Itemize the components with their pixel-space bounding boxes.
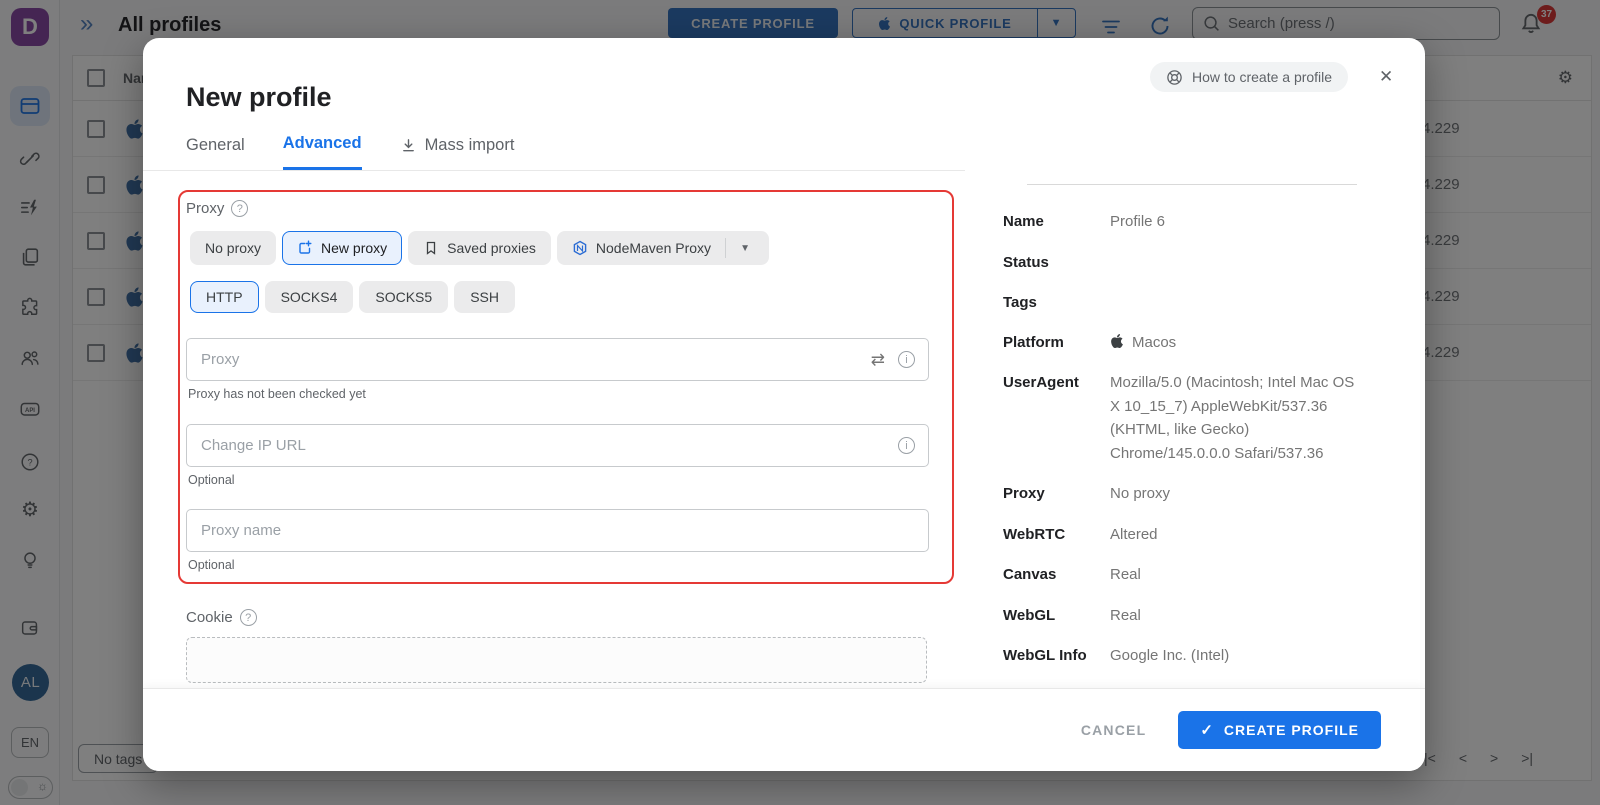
proxy-section-label-text: Proxy <box>186 200 224 217</box>
summary-divider <box>1027 184 1357 185</box>
proxy-helper-text: Proxy has not been checked yet <box>188 387 366 401</box>
how-to-create-profile-label: How to create a profile <box>1192 69 1332 85</box>
no-proxy-label: No proxy <box>205 240 261 256</box>
summary-value <box>1110 291 1363 314</box>
summary-label: WebGL Info <box>1003 644 1110 668</box>
summary-label: UserAgent <box>1003 371 1110 465</box>
summary-value: No proxy <box>1110 482 1363 506</box>
summary-label: Proxy <box>1003 482 1110 506</box>
proxy-section-label: Proxy ? <box>186 200 248 217</box>
nodemaven-proxy-button[interactable]: NodeMaven Proxy ▼ <box>557 231 769 265</box>
modal-title: New profile <box>186 82 332 113</box>
profile-summary-rows: Name Profile 6 Status Tags Platform Maco… <box>1003 210 1363 685</box>
new-proxy-button[interactable]: New proxy <box>282 231 402 265</box>
nodemaven-divider <box>725 238 726 258</box>
proxy-protocol-tabs: HTTP SOCKS4 SOCKS5 SSH <box>190 281 515 313</box>
close-icon[interactable]: ✕ <box>1379 67 1393 87</box>
tab-general-label: General <box>186 136 245 155</box>
no-proxy-button[interactable]: No proxy <box>190 231 276 265</box>
tab-mass-import-label: Mass import <box>425 136 515 155</box>
summary-label: Tags <box>1003 291 1110 314</box>
summary-label: Canvas <box>1003 563 1110 587</box>
summary-label: Platform <box>1003 331 1110 355</box>
checkmark-icon: ✓ <box>1200 721 1214 739</box>
tab-advanced[interactable]: Advanced <box>283 134 362 170</box>
cookie-section-label: Cookie ? <box>186 609 257 626</box>
question-icon[interactable]: ? <box>231 200 248 217</box>
new-profile-modal: How to create a profile ✕ New profile Ge… <box>143 38 1425 771</box>
protocol-socks4[interactable]: SOCKS4 <box>265 281 354 313</box>
saved-proxies-label: Saved proxies <box>447 240 536 256</box>
summary-value: Altered <box>1110 523 1363 547</box>
summary-row: Proxy No proxy <box>1003 482 1363 506</box>
proxy-input[interactable] <box>187 351 871 368</box>
summary-value: Real <box>1110 604 1363 628</box>
summary-value: Macos <box>1110 331 1363 355</box>
lifebuoy-icon <box>1166 69 1183 86</box>
protocol-ssh[interactable]: SSH <box>454 281 515 313</box>
cookie-dropzone[interactable] <box>186 637 927 683</box>
info-icon[interactable]: i <box>898 437 915 454</box>
change-ip-field: i <box>186 424 929 467</box>
tab-mass-import[interactable]: Mass import <box>400 134 515 170</box>
download-icon <box>400 138 417 153</box>
summary-value: Profile 6 <box>1110 210 1363 234</box>
bookmark-icon <box>423 240 439 256</box>
nodemaven-proxy-label: NodeMaven Proxy <box>596 240 711 256</box>
summary-label: WebRTC <box>1003 523 1110 547</box>
proxy-mode-buttons: No proxy New proxy Saved proxies NodeMav… <box>190 231 769 265</box>
summary-row: Name Profile 6 <box>1003 210 1363 234</box>
tab-advanced-label: Advanced <box>283 134 362 153</box>
summary-label: Status <box>1003 251 1110 274</box>
summary-row: WebGL Info Google Inc. (Intel) <box>1003 644 1363 668</box>
protocol-http[interactable]: HTTP <box>190 281 259 313</box>
summary-row: Platform Macos <box>1003 331 1363 355</box>
swap-arrows-icon[interactable]: ⇄ <box>871 350 885 370</box>
proxy-name-field <box>186 509 929 552</box>
modal-footer: CANCEL ✓ CREATE PROFILE <box>143 688 1425 771</box>
create-profile-button[interactable]: ✓ CREATE PROFILE <box>1178 711 1381 749</box>
proxy-name-helper-text: Optional <box>188 558 235 572</box>
protocol-socks5[interactable]: SOCKS5 <box>359 281 448 313</box>
summary-row: WebGL Real <box>1003 604 1363 628</box>
new-proxy-icon <box>297 240 313 256</box>
create-profile-button-label: CREATE PROFILE <box>1224 722 1359 738</box>
info-icon[interactable]: i <box>898 351 915 368</box>
apple-icon <box>1110 333 1124 349</box>
summary-row: WebRTC Altered <box>1003 523 1363 547</box>
proxy-field: ⇄ i <box>186 338 929 381</box>
summary-value: Real <box>1110 563 1363 587</box>
summary-value: Google Inc. (Intel) <box>1110 644 1363 668</box>
summary-row: Status <box>1003 251 1363 274</box>
how-to-create-profile-button[interactable]: How to create a profile <box>1150 62 1348 92</box>
cancel-button[interactable]: CANCEL <box>1081 722 1147 738</box>
nodemaven-logo-icon <box>572 240 588 256</box>
tabs-divider <box>143 170 965 171</box>
summary-value <box>1110 251 1363 274</box>
change-ip-helper-text: Optional <box>188 473 235 487</box>
nodemaven-dropdown-caret[interactable]: ▼ <box>736 243 754 254</box>
summary-label: WebGL <box>1003 604 1110 628</box>
modal-tabs: General Advanced Mass import <box>186 134 514 170</box>
question-icon[interactable]: ? <box>240 609 257 626</box>
tab-general[interactable]: General <box>186 134 245 170</box>
summary-row: Tags <box>1003 291 1363 314</box>
summary-row: UserAgent Mozilla/5.0 (Macintosh; Intel … <box>1003 371 1363 465</box>
change-ip-input[interactable] <box>187 437 898 454</box>
saved-proxies-button[interactable]: Saved proxies <box>408 231 551 265</box>
cookie-section-label-text: Cookie <box>186 609 233 626</box>
new-proxy-label: New proxy <box>321 240 387 256</box>
summary-label: Name <box>1003 210 1110 234</box>
summary-value: Mozilla/5.0 (Macintosh; Intel Mac OS X 1… <box>1110 371 1363 465</box>
summary-row: Canvas Real <box>1003 563 1363 587</box>
proxy-name-input[interactable] <box>187 522 928 539</box>
